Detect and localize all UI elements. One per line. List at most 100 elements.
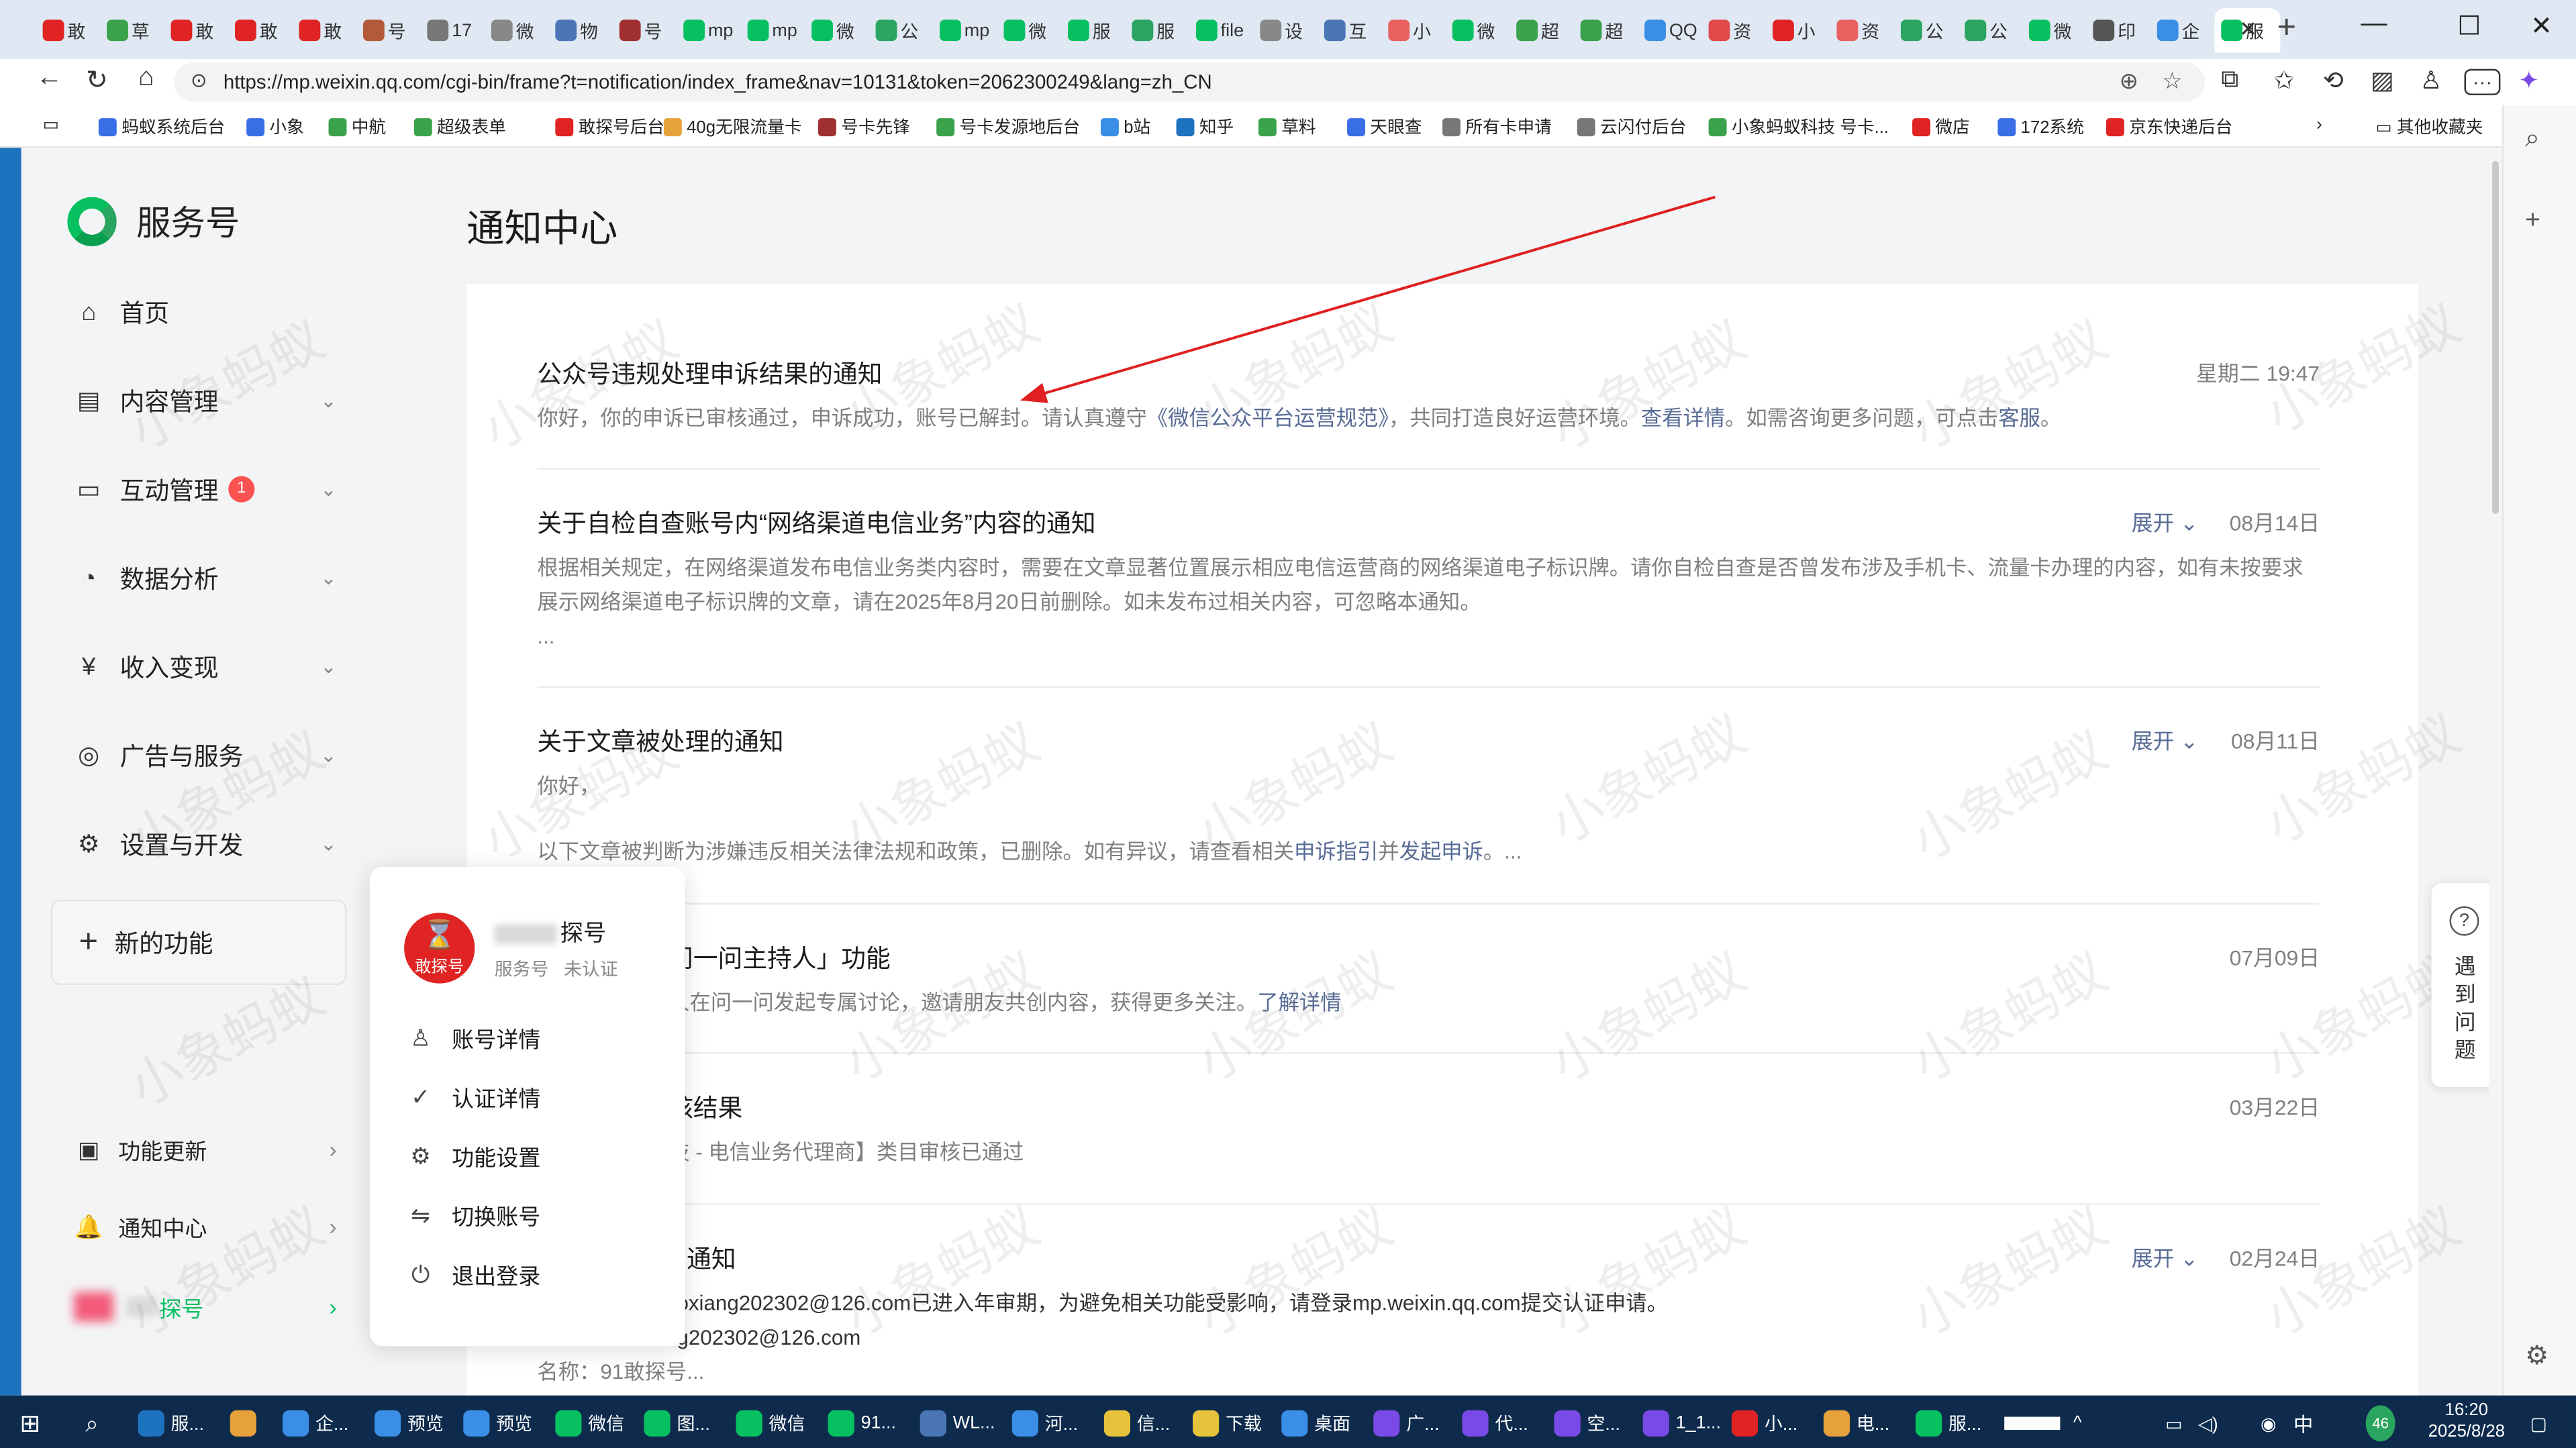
notification-item[interactable]: 关于自检自查账号内“网络渠道电信业务”内容的通知 展开 ⌄ 08月14日 根据相… <box>537 506 2320 654</box>
customer-service-link[interactable]: 客服 <box>1998 405 2040 430</box>
browser-tab[interactable]: mp <box>741 8 805 52</box>
browser-tab[interactable]: mp <box>933 8 997 52</box>
taskbar-app[interactable]: 服... <box>138 1405 204 1441</box>
volume-icon[interactable]: ◁) <box>2198 1405 2218 1441</box>
notification-center-icon[interactable]: ▢ <box>2530 1405 2546 1441</box>
bookmark[interactable]: 所有卡申请 <box>1442 115 1552 140</box>
bookmark[interactable]: 知乎 <box>1176 115 1234 140</box>
browser-tab[interactable]: 企 <box>2150 8 2214 52</box>
new-features-button[interactable]: + 新的功能 <box>50 899 347 986</box>
browser-tab[interactable]: 微 <box>997 8 1061 52</box>
notification-title[interactable]: 核结果 <box>537 1090 2320 1125</box>
notification-title[interactable]: 公众号违规处理申诉结果的通知 <box>537 356 2320 391</box>
start-icon[interactable]: ⊞ <box>19 1405 40 1441</box>
bookmark[interactable]: 40g无限流量卡 <box>663 115 802 140</box>
back-icon[interactable]: ← <box>30 64 69 93</box>
browser-tab[interactable]: 敢 <box>36 8 100 52</box>
browser-tab[interactable]: 超 <box>1574 8 1638 52</box>
browser-tab[interactable]: 印 <box>2087 8 2150 52</box>
taskbar-app[interactable]: 信... <box>1103 1405 1170 1441</box>
address-bar[interactable]: ⊙ https://mp.weixin.qq.com/cgi-bin/frame… <box>174 62 2205 102</box>
browser-tab[interactable]: mp <box>677 8 740 52</box>
notification-title[interactable]: 问一问主持人」功能 <box>537 941 2320 975</box>
popup-menu-item[interactable]: ⏻ 退出登录 <box>406 1257 540 1290</box>
notification-item[interactable]: 通知 展开 ⌄ 02月24日 oxiang202302@126.com已进入年审… <box>537 1241 2320 1389</box>
bookmark[interactable]: 草料 <box>1258 115 1316 140</box>
bookmark[interactable]: 敢探号后台 <box>555 115 664 140</box>
sidebar-item[interactable]: ▤ 内容管理 ⌄ <box>74 378 337 424</box>
notification-item[interactable]: 公众号违规处理申诉结果的通知 星期二 19:47 你好，你的申诉已审核通过，申诉… <box>537 356 2320 435</box>
page-scrollbar[interactable] <box>2489 148 2502 1396</box>
account-switcher[interactable]: 探号 › <box>74 1290 337 1323</box>
appeal-guide-link[interactable]: 申诉指引 <box>1294 839 1378 864</box>
favorites-icon[interactable]: ✩ <box>2274 66 2295 95</box>
sidebar-item[interactable]: ⚙ 设置与开发 ⌄ <box>74 821 337 867</box>
browser-tab[interactable]: 号 <box>356 8 420 52</box>
bookmark[interactable]: 云闪付后台 <box>1577 115 1687 140</box>
browser-tab[interactable]: 物 <box>549 8 613 52</box>
network-icon[interactable]: ▭ <box>2165 1405 2182 1441</box>
browser-tab[interactable]: 互 <box>1318 8 1381 52</box>
search-icon[interactable]: ⌕ <box>2525 125 2540 154</box>
taskbar-widget[interactable] <box>2004 1405 2061 1441</box>
bookmark[interactable]: 号卡先锋 <box>818 115 910 140</box>
taskbar-app[interactable]: 河... <box>1011 1405 1078 1441</box>
taskbar-app[interactable]: 电... <box>1823 1405 1889 1441</box>
browser-tab[interactable]: 微 <box>2022 8 2086 52</box>
browser-tab[interactable]: 微 <box>1446 8 1509 52</box>
browser-tab[interactable]: 草 <box>100 8 164 52</box>
browser-tab[interactable]: 敢 <box>293 8 356 52</box>
profile-icon[interactable]: ♙ <box>2420 66 2442 95</box>
browser-tab[interactable]: 微 <box>805 8 869 52</box>
popup-menu-item[interactable]: ⇋ 切换账号 <box>406 1198 540 1231</box>
tray-overflow-icon[interactable]: ^ <box>2073 1405 2082 1441</box>
browser-tab[interactable]: 号 <box>613 8 677 52</box>
rules-link[interactable]: 《微信公众平台运营规范》 <box>1147 405 1389 430</box>
taskbar-app[interactable]: 1_1... <box>1642 1405 1721 1441</box>
sidebar-item[interactable]: ◔ 数据分析 ⌄ <box>74 555 337 601</box>
browser-tab[interactable]: 设 <box>1254 8 1318 52</box>
copilot-icon[interactable]: ✦ <box>2518 66 2539 95</box>
browser-tab[interactable]: 敢 <box>228 8 292 52</box>
taskbar-app[interactable]: 小... <box>1731 1405 1797 1441</box>
browser-tab[interactable]: QQ <box>1638 8 1701 52</box>
notification-item[interactable]: 核结果 03月22日 技 - 电信业务代理商】类目审核已通过 <box>537 1090 2320 1169</box>
expand-button[interactable]: 展开 ⌄ <box>2132 1241 2198 1272</box>
notification-title[interactable]: 通知 <box>537 1241 2320 1276</box>
add-icon[interactable]: + <box>2525 207 2540 236</box>
site-info-icon[interactable]: ⊙ <box>191 69 207 92</box>
close-window-button[interactable]: ✕ <box>2517 10 2566 43</box>
sidebar-item[interactable]: ◎ 广告与服务 ⌄ <box>74 732 337 778</box>
bookmark-reading-list-icon[interactable]: ▭ <box>43 115 59 134</box>
sidebar-bottom-item[interactable]: 🔔 通知中心 › <box>74 1210 337 1243</box>
extensions-icon[interactable]: ⧉ <box>2221 66 2238 94</box>
taskbar-app[interactable]: 91... <box>828 1405 896 1441</box>
bookmark[interactable]: 京东快递后台 <box>2106 115 2232 140</box>
minimize-button[interactable]: — <box>2349 10 2398 40</box>
popup-menu-item[interactable]: ♙ 账号详情 <box>406 1021 540 1054</box>
taskbar-app[interactable]: 预览 <box>463 1405 532 1441</box>
service-account-logo[interactable]: 服务号 <box>67 197 240 247</box>
taskbar-app[interactable]: 空... <box>1554 1405 1620 1441</box>
taskbar-app[interactable]: 微信 <box>555 1405 624 1441</box>
view-details-link[interactable]: 查看详情 <box>1641 405 1725 430</box>
bookmark[interactable]: 小象 <box>246 115 304 140</box>
favorite-star-icon[interactable]: ☆ <box>2162 67 2183 95</box>
notification-item[interactable]: 问一问主持人」功能 07月09日 人在问一问发起专属讨论，邀请朋友共创内容，获得… <box>537 941 2320 1019</box>
bookmark[interactable]: 天眼查 <box>1347 115 1422 140</box>
home-icon[interactable]: ⌂ <box>126 64 166 93</box>
browser-tab[interactable]: 微 <box>485 8 548 52</box>
bookmark[interactable]: 蚂蚁系统后台 <box>98 115 225 140</box>
sidebar-item[interactable]: ⌂ 首页 <box>74 289 337 335</box>
taskbar-app[interactable]: 企... <box>283 1405 348 1441</box>
bookmark[interactable]: 中航 <box>328 115 386 140</box>
taskbar-app[interactable]: 下载 <box>1193 1405 1262 1441</box>
ime-indicator[interactable]: 中 <box>2293 1405 2313 1441</box>
screenshot-icon[interactable]: ▨ <box>2371 66 2394 95</box>
expand-button[interactable]: 展开 ⌄ <box>2132 506 2198 537</box>
settings-icon[interactable]: ⚙ <box>2525 1340 2548 1373</box>
browser-tab[interactable]: 公 <box>1894 8 1958 52</box>
taskbar-app[interactable]: 微信 <box>736 1405 805 1441</box>
expand-button[interactable]: 展开 ⌄ <box>2132 724 2198 755</box>
bookmark[interactable]: 超级表单 <box>413 115 506 140</box>
